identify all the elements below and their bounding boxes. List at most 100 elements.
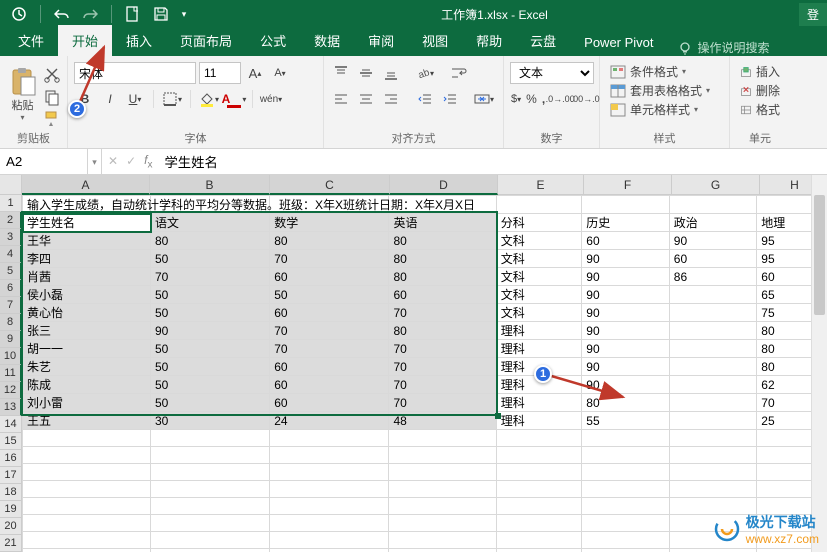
cell[interactable]: 80 — [151, 232, 270, 250]
tab-Power Pivot[interactable]: Power Pivot — [570, 29, 667, 56]
border-button[interactable]: ▾ — [161, 88, 183, 110]
cell[interactable] — [389, 464, 496, 481]
cell[interactable]: 英语 — [389, 214, 496, 232]
cell[interactable]: 90 — [582, 358, 670, 376]
cell[interactable]: 80 — [389, 268, 496, 286]
row-header[interactable]: 2 — [0, 212, 22, 229]
cell[interactable]: 90 — [582, 268, 670, 286]
font-color-button[interactable]: A▾ — [223, 88, 245, 110]
cell[interactable]: 陈成 — [23, 376, 151, 394]
decrease-decimal-icon[interactable]: .00→.0 — [574, 88, 596, 110]
cell[interactable] — [23, 447, 151, 464]
cell[interactable]: 60 — [270, 358, 389, 376]
percent-icon[interactable]: % — [525, 88, 538, 110]
cell[interactable]: 刘小雷 — [23, 394, 151, 412]
tab-插入[interactable]: 插入 — [112, 25, 166, 56]
cell[interactable]: 24 — [270, 412, 389, 430]
cell[interactable] — [270, 515, 389, 532]
cell[interactable] — [496, 532, 582, 549]
format-cells-button[interactable]: 格式 — [736, 100, 784, 119]
column-header[interactable]: B — [150, 175, 270, 195]
row-header[interactable]: 9 — [0, 331, 22, 348]
cell[interactable] — [151, 515, 270, 532]
cell[interactable] — [669, 304, 757, 322]
number-format-combo[interactable]: 文本 — [510, 62, 594, 84]
cell[interactable] — [151, 498, 270, 515]
cell[interactable] — [23, 464, 151, 481]
cell[interactable]: 80 — [389, 232, 496, 250]
enter-formula-icon[interactable]: ✓ — [126, 154, 136, 168]
cell[interactable] — [389, 549, 496, 553]
cell[interactable]: 48 — [389, 412, 496, 430]
column-header[interactable]: A — [22, 175, 150, 195]
cell[interactable] — [270, 430, 389, 447]
tab-审阅[interactable]: 审阅 — [354, 25, 408, 56]
cell[interactable]: 理科 — [496, 394, 582, 412]
cell[interactable]: 张三 — [23, 322, 151, 340]
cell[interactable] — [496, 549, 582, 553]
cell[interactable] — [669, 481, 757, 498]
vertical-scrollbar[interactable] — [811, 175, 827, 552]
cell[interactable]: 文科 — [496, 250, 582, 268]
name-box[interactable] — [0, 149, 88, 174]
cell[interactable] — [23, 481, 151, 498]
cell[interactable] — [23, 498, 151, 515]
undo-icon[interactable] — [51, 3, 73, 25]
cell[interactable]: 60 — [270, 394, 389, 412]
cell[interactable] — [23, 532, 151, 549]
cell[interactable] — [496, 464, 582, 481]
table-format-button[interactable]: 套用表格格式▾ — [606, 81, 723, 100]
cell[interactable]: 输入学生成绩，自动统计学科的平均分等数据。班级：X年X班统计日期：X年X月X日 — [23, 196, 151, 214]
cell[interactable]: 历史 — [582, 214, 670, 232]
cell[interactable]: 王华 — [23, 232, 151, 250]
cell[interactable]: 分科 — [496, 214, 582, 232]
cell[interactable]: 70 — [389, 394, 496, 412]
cell[interactable]: 90 — [582, 250, 670, 268]
merge-center-icon[interactable]: ▾ — [473, 88, 495, 110]
cell[interactable]: 80 — [389, 250, 496, 268]
cell[interactable] — [582, 430, 670, 447]
formula-input[interactable] — [158, 149, 827, 174]
cut-icon[interactable] — [43, 66, 61, 84]
spreadsheet-grid[interactable]: ABCDEFGH 1234567891011121314151617181920… — [0, 175, 827, 552]
tab-视图[interactable]: 视图 — [408, 25, 462, 56]
paste-label[interactable]: 粘贴 — [12, 97, 34, 113]
qat-more-icon[interactable]: ▾ — [178, 3, 190, 25]
cell[interactable] — [669, 447, 757, 464]
italic-button[interactable]: I — [99, 88, 121, 110]
cell[interactable]: 60 — [669, 250, 757, 268]
cell-style-button[interactable]: 单元格样式▾ — [606, 100, 723, 119]
cell[interactable]: 70 — [270, 250, 389, 268]
cell[interactable] — [669, 394, 757, 412]
cell[interactable]: 李四 — [23, 250, 151, 268]
increase-font-icon[interactable]: A▴ — [244, 62, 266, 84]
cell[interactable]: 60 — [270, 376, 389, 394]
row-header[interactable]: 4 — [0, 246, 22, 263]
conditional-format-button[interactable]: 条件格式▾ — [606, 62, 723, 81]
login-button[interactable]: 登 — [799, 3, 827, 26]
cell[interactable]: 文科 — [496, 286, 582, 304]
column-header[interactable]: D — [390, 175, 498, 195]
cell[interactable] — [270, 549, 389, 553]
align-top-icon[interactable] — [330, 62, 352, 84]
row-header[interactable]: 8 — [0, 314, 22, 331]
redo-icon[interactable] — [79, 3, 101, 25]
cell[interactable]: 90 — [582, 286, 670, 304]
cell[interactable] — [151, 464, 270, 481]
cell[interactable]: 胡一一 — [23, 340, 151, 358]
cell[interactable] — [582, 464, 670, 481]
cell[interactable] — [270, 498, 389, 515]
cell[interactable] — [389, 532, 496, 549]
cell[interactable]: 90 — [582, 376, 670, 394]
autosave-icon[interactable] — [8, 3, 30, 25]
row-header[interactable]: 11 — [0, 365, 22, 382]
cell[interactable] — [389, 447, 496, 464]
cell[interactable]: 文科 — [496, 232, 582, 250]
select-all-corner[interactable] — [0, 175, 22, 195]
font-size-combo[interactable] — [199, 62, 241, 84]
row-headers[interactable]: 12345678910111213141516171819202122 — [0, 195, 22, 552]
row-header[interactable]: 15 — [0, 433, 22, 450]
cell[interactable]: 侯小磊 — [23, 286, 151, 304]
cell[interactable] — [669, 358, 757, 376]
cell[interactable] — [496, 515, 582, 532]
